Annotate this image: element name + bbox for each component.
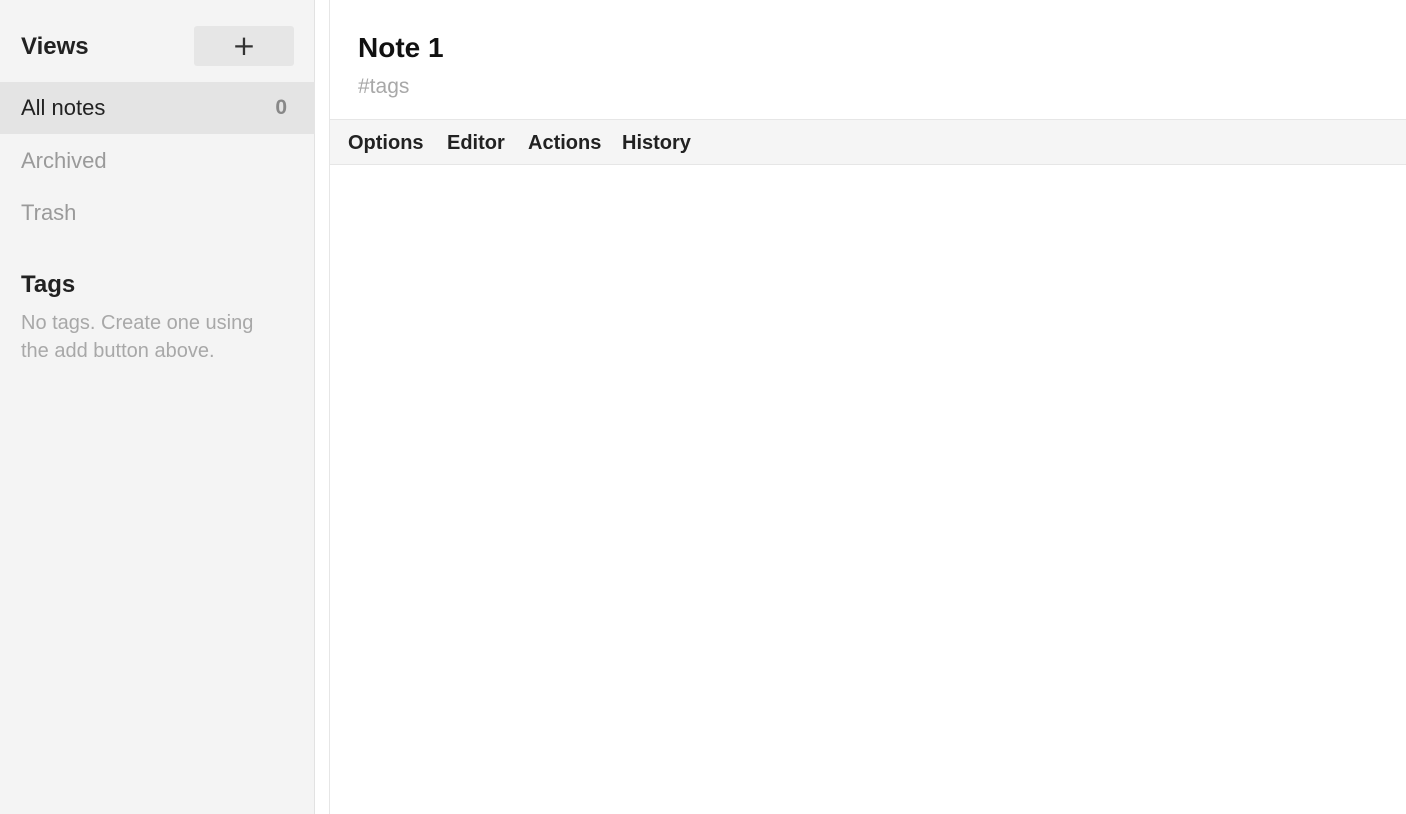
- app-window: Views + All notes 0 Archived Trash Tags …: [0, 0, 1406, 814]
- tags-heading: Tags: [21, 271, 76, 298]
- add-button[interactable]: +: [194, 26, 294, 66]
- toolbar-history-button[interactable]: History: [622, 120, 691, 164]
- views-heading: Views: [21, 33, 89, 60]
- sidebar-item-label: All notes: [21, 95, 106, 120]
- notes-count-badge: 0: [275, 96, 287, 119]
- toolbar-options-button[interactable]: Options: [348, 120, 424, 164]
- sidebar-item-all-notes[interactable]: All notes 0: [0, 82, 315, 134]
- note-toolbar: Options Editor Actions History: [330, 119, 1406, 165]
- note-editor-pane: Note 1 #tags Options Editor Actions Hist…: [329, 0, 1406, 814]
- toolbar-editor-button[interactable]: Editor: [447, 120, 505, 164]
- note-body[interactable]: [330, 165, 1406, 814]
- tags-empty-message: No tags. Create one using the add button…: [21, 312, 254, 362]
- toolbar-actions-button[interactable]: Actions: [528, 120, 601, 164]
- sidebar: Views + All notes 0 Archived Trash Tags …: [0, 0, 315, 814]
- note-title[interactable]: Note 1: [358, 28, 444, 68]
- note-tags-field[interactable]: #tags: [358, 72, 409, 102]
- sidebar-item-archived[interactable]: Archived: [0, 135, 315, 187]
- sidebar-item-label: Archived: [21, 148, 107, 173]
- sidebar-item-label: Trash: [21, 200, 77, 225]
- sidebar-item-trash[interactable]: Trash: [0, 187, 315, 239]
